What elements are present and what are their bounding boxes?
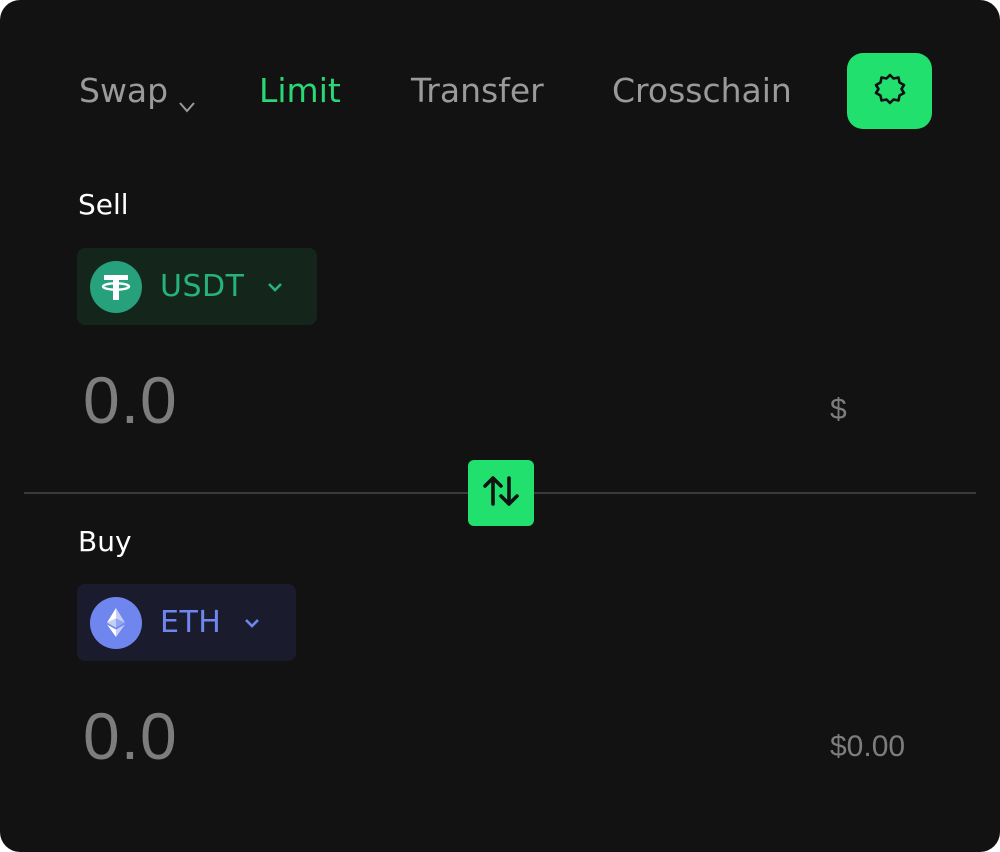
chevron-down-icon — [178, 82, 196, 113]
tab-swap[interactable]: Swap — [79, 68, 196, 114]
sell-token-selector[interactable]: USDT — [77, 248, 317, 325]
tether-icon — [90, 260, 142, 313]
swap-direction-button[interactable] — [468, 460, 534, 526]
buy-amount-input[interactable]: 0.0 — [83, 698, 178, 774]
tab-transfer[interactable]: Transfer — [411, 68, 544, 114]
sell-usd-value: $ — [830, 393, 847, 426]
sell-label: Sell — [78, 188, 129, 221]
chevron-down-icon — [243, 614, 261, 632]
ethereum-icon — [90, 596, 142, 649]
buy-token-name: ETH — [160, 605, 222, 640]
settings-button[interactable] — [847, 53, 932, 129]
sell-amount-input[interactable]: 0.0 — [83, 362, 178, 438]
buy-token-selector[interactable]: ETH — [77, 584, 296, 661]
buy-label: Buy — [78, 525, 132, 558]
sell-token-name: USDT — [160, 269, 245, 304]
swap-arrows-icon — [480, 470, 522, 516]
swap-panel: Swap Limit Transfer Crosschain Sell USDT… — [0, 0, 1000, 852]
buy-usd-value: $0.00 — [830, 730, 906, 763]
tab-limit[interactable]: Limit — [259, 68, 341, 114]
gear-icon — [873, 72, 907, 110]
chevron-down-icon — [266, 278, 284, 296]
tab-swap-label: Swap — [79, 71, 169, 110]
tab-crosschain[interactable]: Crosschain — [612, 68, 792, 114]
